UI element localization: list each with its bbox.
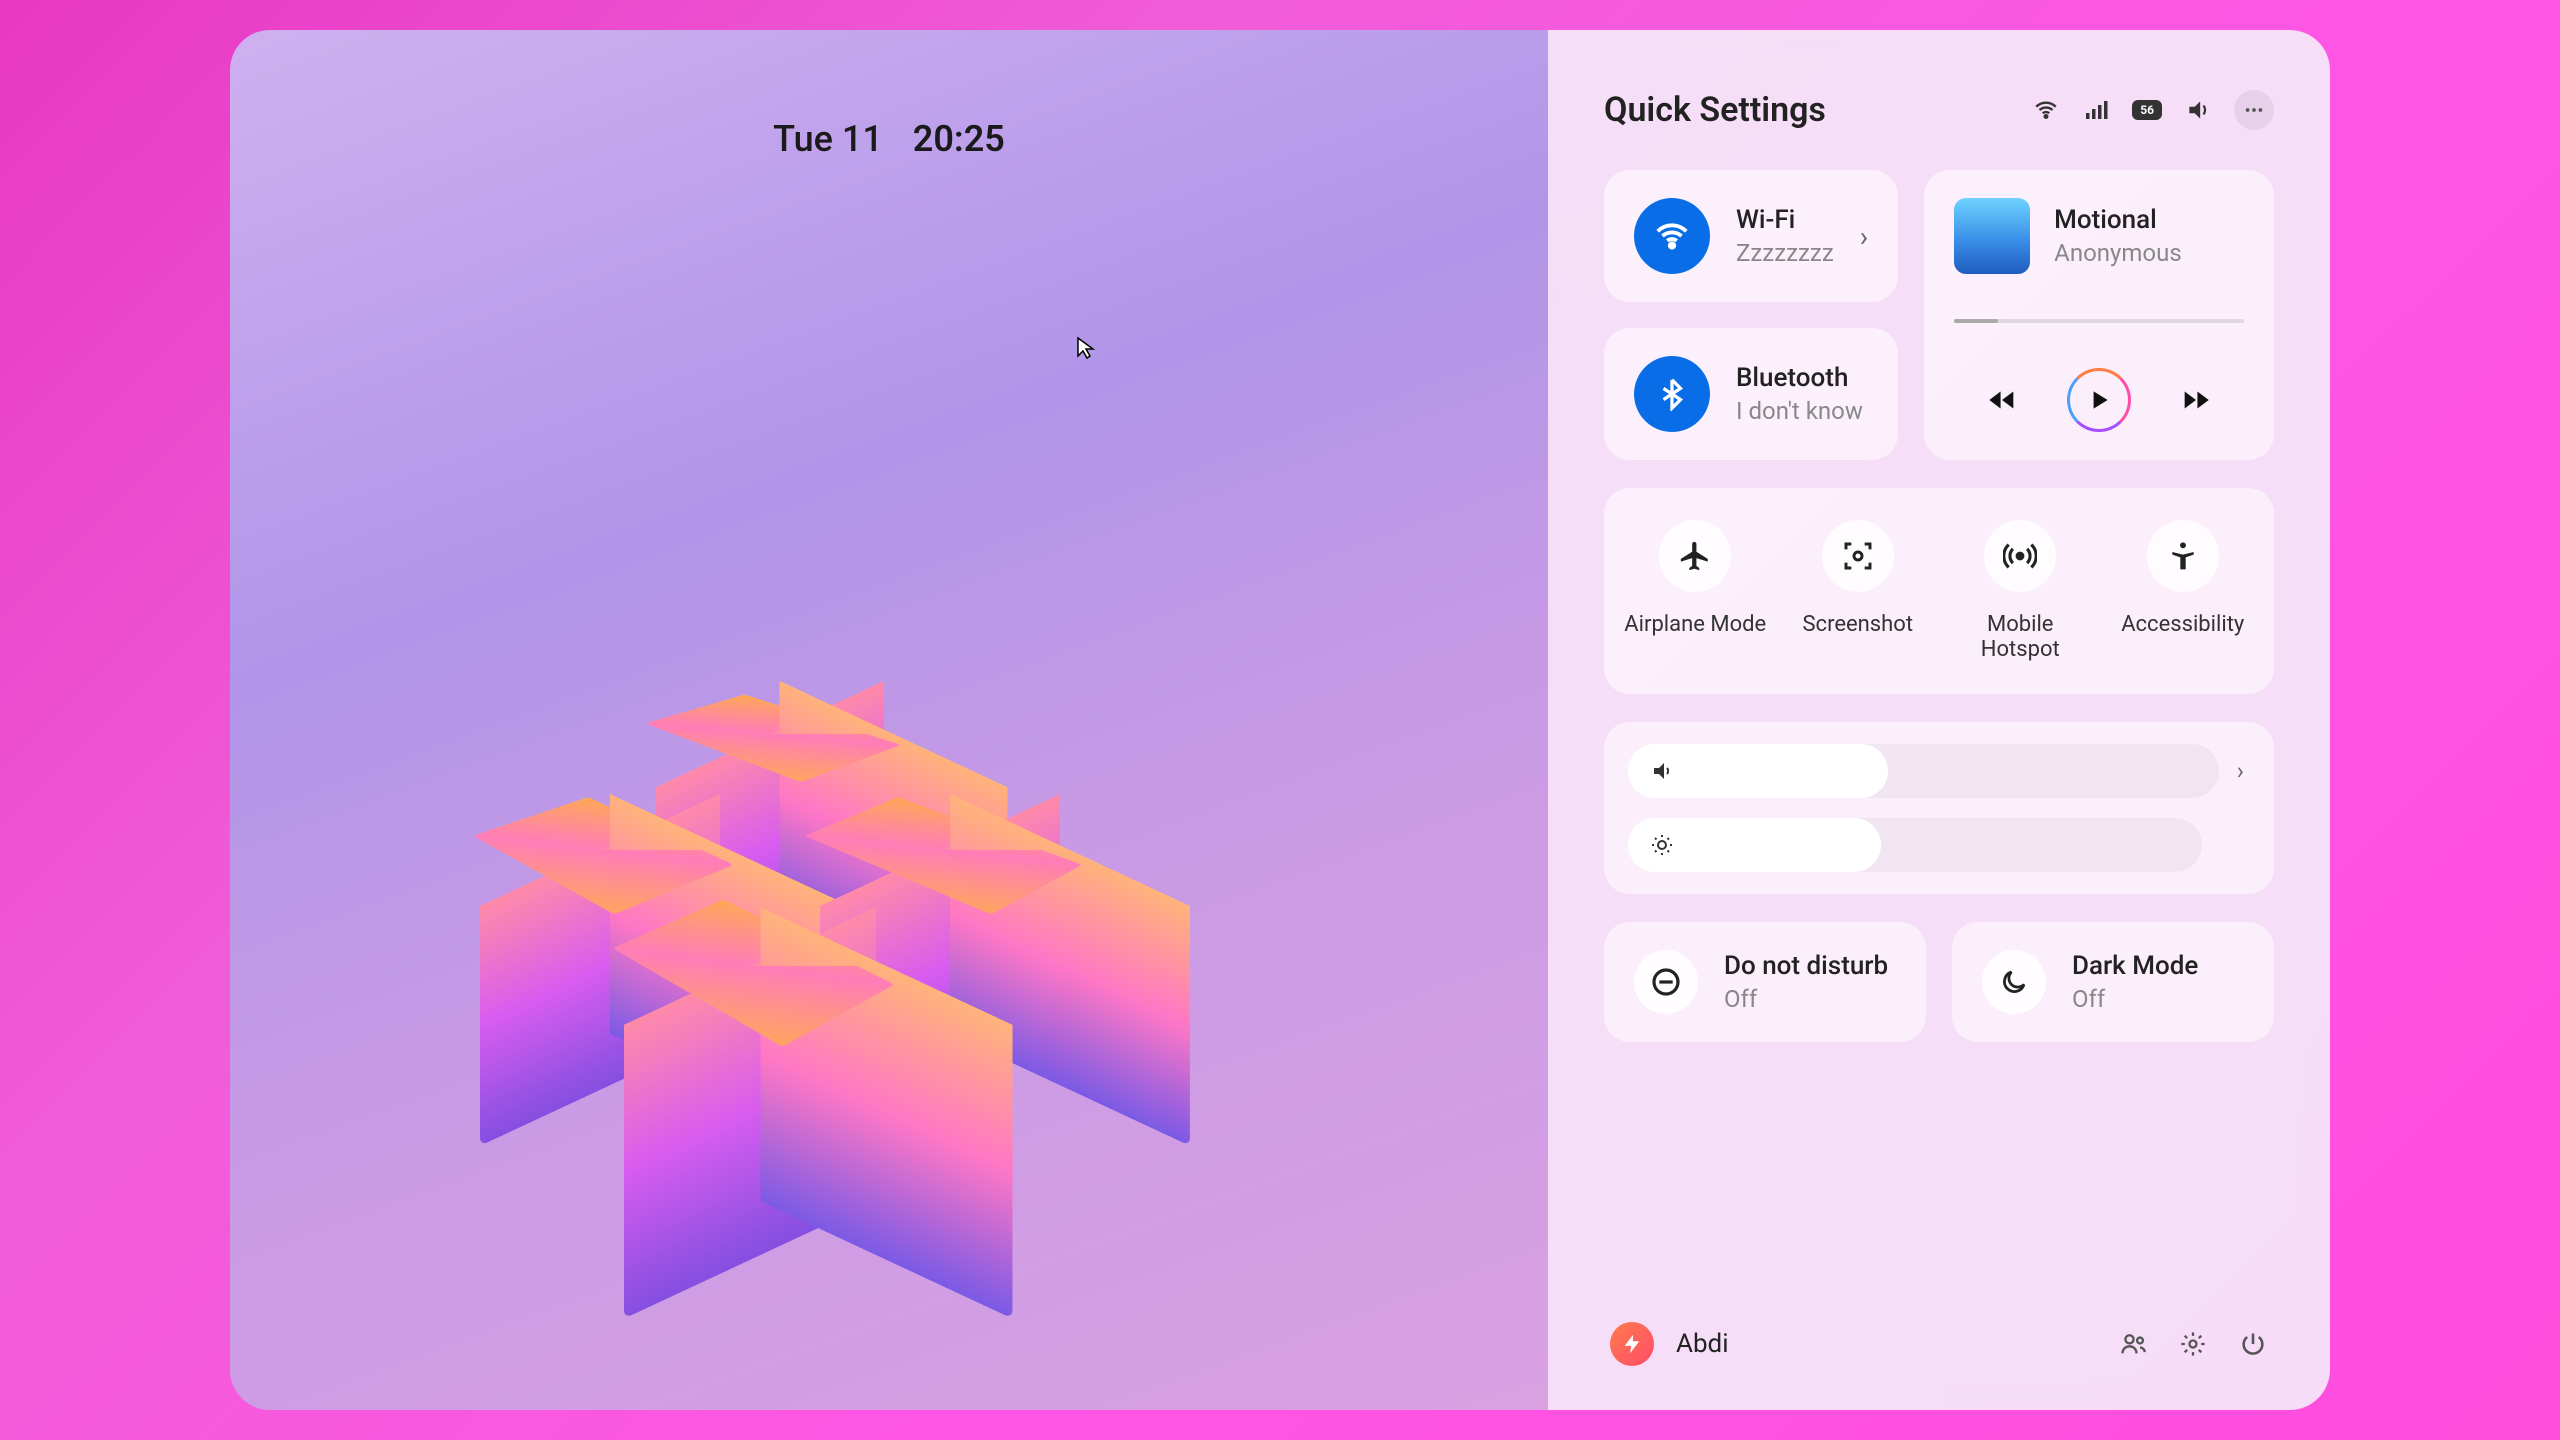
username: Abdi [1676,1329,1729,1359]
wifi-network: Zzzzzzzz [1736,239,1834,267]
dnd-icon [1634,950,1698,1014]
brightness-slider[interactable] [1628,818,2202,872]
hotspot-button[interactable]: Mobile Hotspot [1945,520,2095,662]
date: Tue 11 [773,118,883,160]
sliders-card: › [1604,722,2274,894]
wallpaper-art [450,670,1180,1230]
dark-mode-tile[interactable]: Dark Mode Off [1952,922,2274,1042]
time: 20:25 [913,118,1005,160]
dnd-title: Do not disturb [1724,951,1896,981]
accessibility-icon [2147,520,2219,592]
hotspot-label: Mobile Hotspot [1945,612,2095,662]
screenshot-button[interactable]: Screenshot [1783,520,1933,662]
screenshot-label: Screenshot [1802,612,1913,637]
wifi-title: Wi-Fi [1736,205,1834,235]
cellular-status-icon [2082,96,2110,124]
power-button[interactable] [2238,1329,2268,1359]
volume-expand-icon[interactable]: › [2237,757,2250,785]
switch-user-button[interactable] [2118,1329,2148,1359]
volume-icon [1650,759,1674,783]
screen: Tue 11 20:25 Quick Settings 56 [230,30,2330,1410]
airplane-icon [1659,520,1731,592]
screenshot-icon [1822,520,1894,592]
dnd-tile[interactable]: Do not disturb Off [1604,922,1926,1042]
battery-status: 56 [2132,100,2162,120]
datetime: Tue 11 20:25 [773,118,1005,160]
volume-slider[interactable] [1628,744,2219,798]
quick-settings-panel: Quick Settings 56 [1548,30,2330,1410]
status-tray: 56 [2032,90,2274,130]
panel-header: Quick Settings 56 [1604,90,2274,130]
more-button[interactable] [2234,90,2274,130]
avatar-icon [1610,1322,1654,1366]
user-account-button[interactable]: Abdi [1610,1322,1729,1366]
accessibility-label: Accessibility [2121,612,2244,637]
wifi-tile[interactable]: Wi-Fi Zzzzzzzz › [1604,170,1898,302]
bluetooth-icon[interactable] [1634,356,1710,432]
play-button[interactable] [2067,368,2131,432]
chevron-right-icon[interactable]: › [1860,220,1868,253]
airplane-mode-button[interactable]: Airplane Mode [1620,520,1770,662]
dnd-status: Off [1724,985,1896,1013]
accessibility-button[interactable]: Accessibility [2108,520,2258,662]
track-title: Motional [2054,205,2182,235]
media-progress-bar[interactable] [1954,319,2244,323]
airplane-label: Airplane Mode [1624,612,1766,637]
wifi-icon[interactable] [1634,198,1710,274]
hotspot-icon [1984,520,2056,592]
brightness-icon [1650,833,1674,857]
dark-mode-status: Off [2072,985,2244,1013]
bluetooth-tile[interactable]: Bluetooth I don't know [1604,328,1898,460]
desktop-wallpaper: Tue 11 20:25 [230,30,1548,1410]
cursor-icon [1074,336,1098,360]
track-artist: Anonymous [2054,239,2182,267]
bluetooth-title: Bluetooth [1736,363,1868,393]
previous-track-button[interactable] [1979,377,2025,423]
quick-actions: Airplane Mode Screenshot Mobile Hotspot … [1604,488,2274,694]
panel-title: Quick Settings [1604,90,1826,130]
media-player-tile: Motional Anonymous [1924,170,2274,460]
dark-mode-icon [1982,950,2046,1014]
volume-status-icon [2184,96,2212,124]
settings-button[interactable] [2178,1329,2208,1359]
wifi-status-icon [2032,96,2060,124]
panel-footer: Abdi [1604,1302,2274,1370]
bluetooth-device: I don't know [1736,397,1868,425]
next-track-button[interactable] [2173,377,2219,423]
dark-mode-title: Dark Mode [2072,951,2244,981]
album-art [1954,198,2030,274]
